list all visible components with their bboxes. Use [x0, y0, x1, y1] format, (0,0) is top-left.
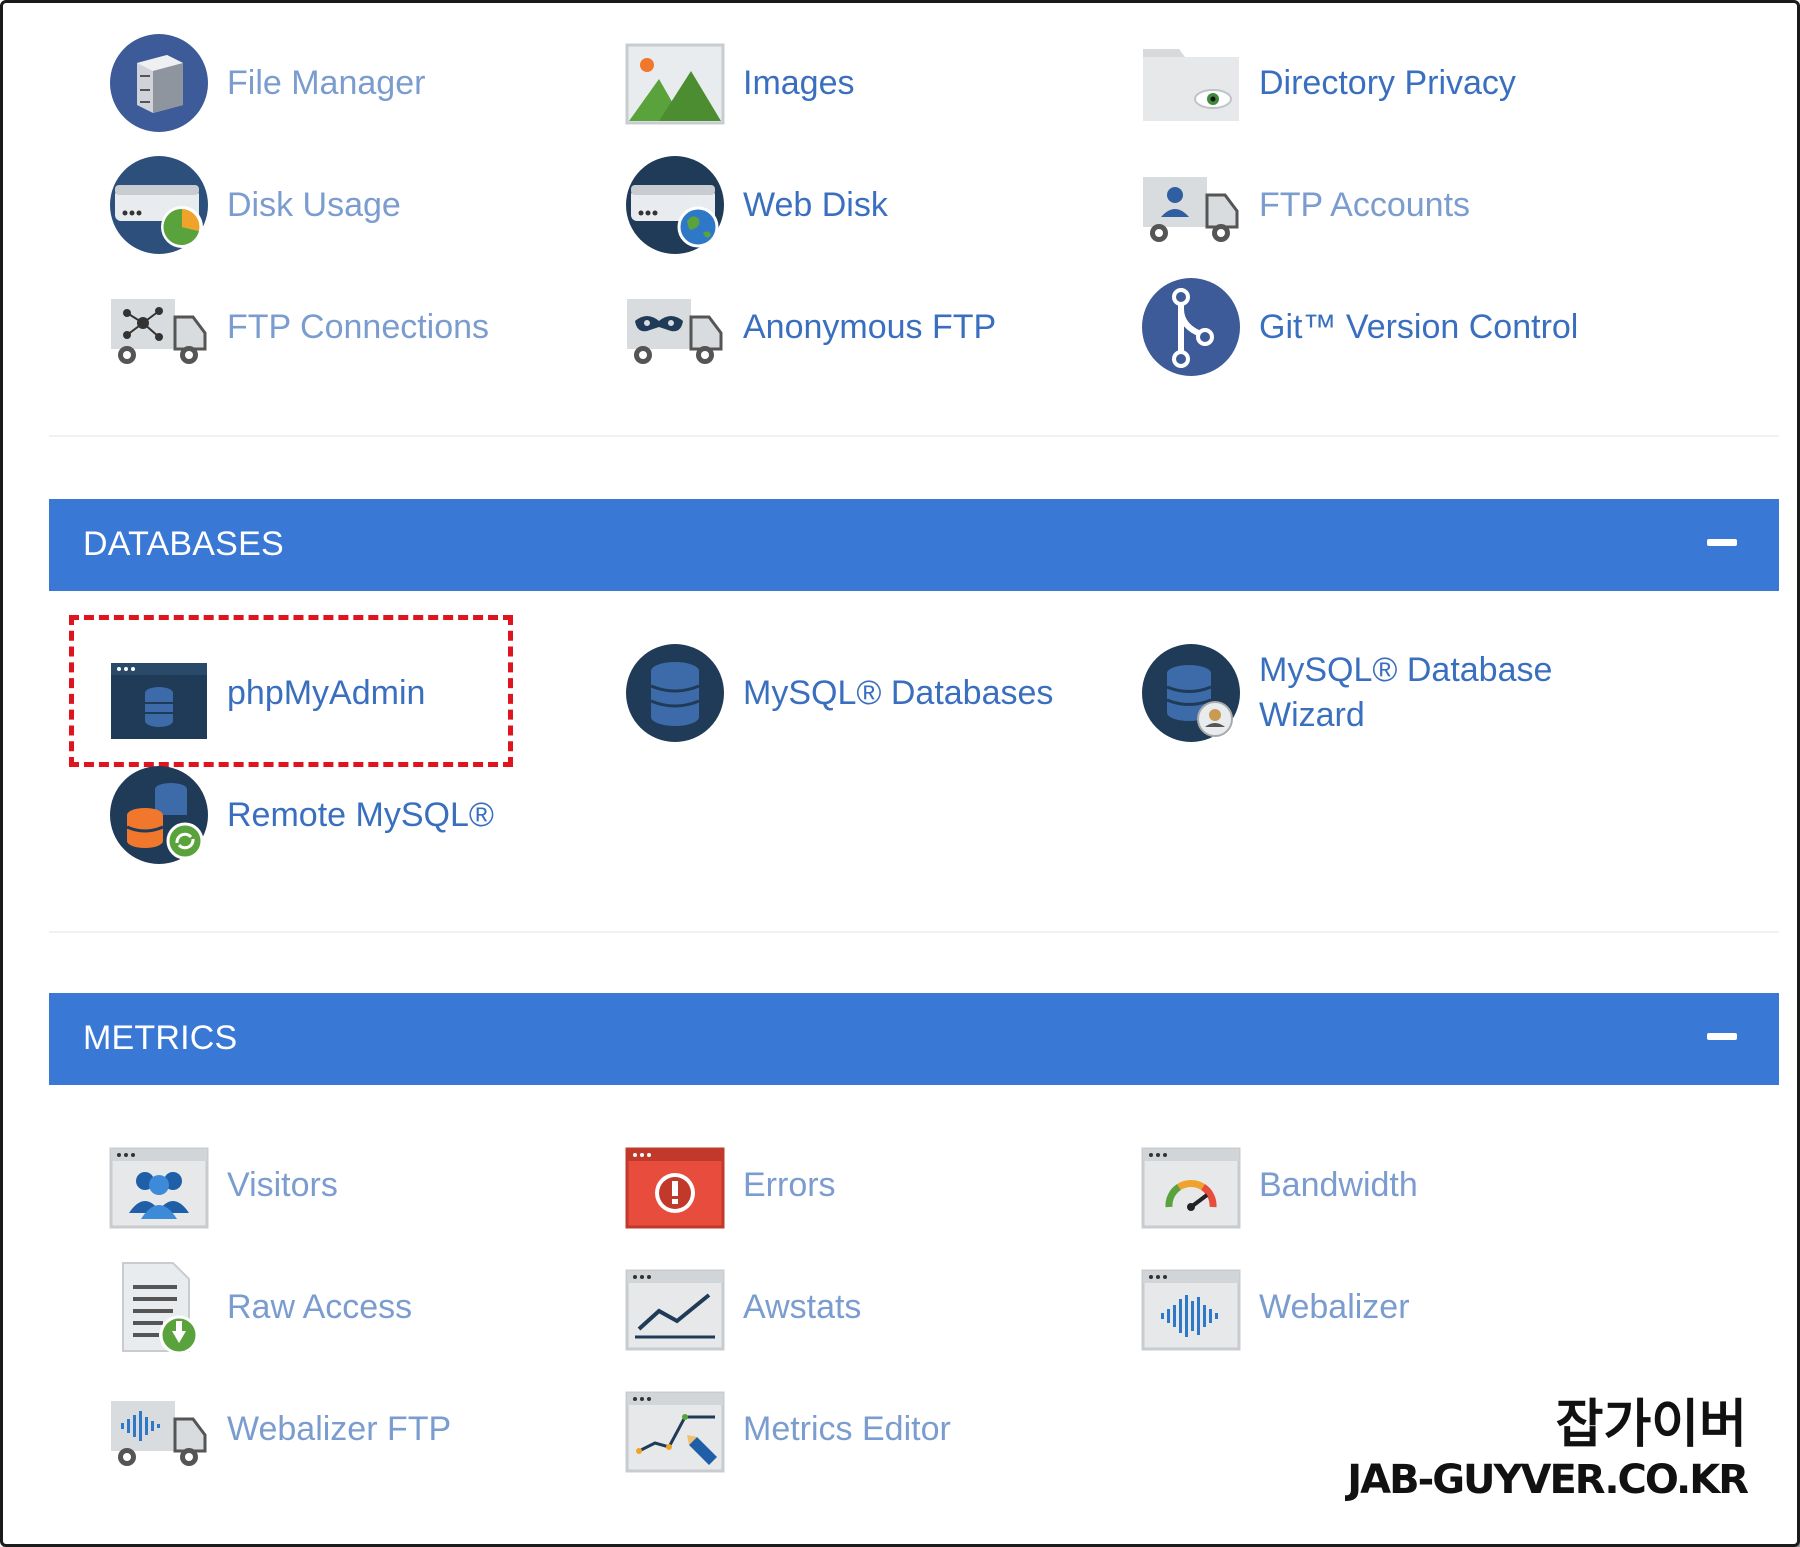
file-manager-link[interactable]: File Manager: [109, 33, 425, 133]
database-wizard-icon: [1141, 643, 1241, 743]
web-disk-icon: [625, 155, 725, 255]
image-icon: [625, 33, 725, 133]
collapse-minus-icon[interactable]: [1707, 539, 1737, 546]
images-link[interactable]: Images: [625, 33, 855, 133]
awstats-label: Awstats: [743, 1287, 862, 1326]
metrics-editor-icon: [625, 1379, 725, 1479]
anonymous-ftp-truck-icon: [625, 277, 725, 377]
web-disk-label: Web Disk: [743, 185, 888, 224]
visitors-link[interactable]: Visitors: [109, 1135, 338, 1235]
database-stack-icon: [625, 643, 725, 743]
collapse-minus-icon[interactable]: [1707, 1033, 1737, 1040]
remote-mysql-link[interactable]: Remote MySQL®: [109, 765, 494, 865]
remote-mysql-label: Remote MySQL®: [227, 795, 494, 834]
mysql-database-wizard-label: MySQL® Database Wizard: [1259, 651, 1553, 734]
metrics-editor-link[interactable]: Metrics Editor: [625, 1379, 951, 1479]
webalizer-ftp-label: Webalizer FTP: [227, 1409, 452, 1448]
remote-mysql-icon: [109, 765, 209, 865]
visitors-label: Visitors: [227, 1165, 338, 1204]
raw-access-label: Raw Access: [227, 1287, 413, 1326]
errors-alert-icon: [625, 1135, 725, 1235]
watermark: 잡가이버 JAB-GUYVER.CO.KR: [1347, 1394, 1749, 1504]
mysql-databases-label: MySQL® Databases: [743, 673, 1054, 712]
metrics-title: METRICS: [83, 1019, 238, 1057]
anonymous-ftp-link[interactable]: Anonymous FTP: [625, 277, 996, 377]
directory-privacy-link[interactable]: Directory Privacy: [1141, 33, 1516, 133]
git-version-control-label: Git™ Version Control: [1259, 307, 1579, 346]
databases-header[interactable]: DATABASES: [49, 499, 1779, 591]
images-label: Images: [743, 63, 855, 102]
mysql-databases-link[interactable]: MySQL® Databases: [625, 643, 1053, 743]
ftp-accounts-label: FTP Accounts: [1259, 185, 1471, 224]
webalizer-ftp-link[interactable]: Webalizer FTP: [109, 1379, 451, 1479]
errors-link[interactable]: Errors: [625, 1135, 836, 1235]
webalizer-label: Webalizer: [1259, 1287, 1410, 1326]
disk-usage-icon: [109, 155, 209, 255]
errors-label: Errors: [743, 1165, 836, 1204]
file-manager-label: File Manager: [227, 63, 426, 102]
directory-privacy-label: Directory Privacy: [1259, 63, 1516, 102]
ftp-connections-label: FTP Connections: [227, 307, 490, 346]
highlight-box: [69, 615, 513, 767]
databases-title: DATABASES: [83, 525, 284, 563]
watermark-url: JAB-GUYVER.CO.KR: [1347, 1457, 1749, 1503]
bandwidth-link[interactable]: Bandwidth: [1141, 1135, 1418, 1235]
git-version-control-link[interactable]: Git™ Version Control: [1141, 277, 1578, 377]
cpanel-frame: File Manager Images Directory Privacy Di…: [0, 0, 1800, 1547]
awstats-link[interactable]: Awstats: [625, 1257, 861, 1357]
awstats-chart-icon: [625, 1257, 725, 1357]
bandwidth-gauge-icon: [1141, 1135, 1241, 1235]
watermark-korean: 잡가이버: [1555, 1395, 1747, 1455]
file-cabinet-icon: [109, 33, 209, 133]
folder-eye-icon: [1141, 33, 1241, 133]
webalizer-waveform-icon: [1141, 1257, 1241, 1357]
mysql-database-wizard-link[interactable]: MySQL® Database Wizard: [1141, 643, 1579, 743]
webalizer-ftp-truck-icon: [109, 1379, 209, 1479]
disk-usage-label: Disk Usage: [227, 185, 401, 224]
webalizer-link[interactable]: Webalizer: [1141, 1257, 1410, 1357]
anonymous-ftp-label: Anonymous FTP: [743, 307, 997, 346]
disk-usage-link[interactable]: Disk Usage: [109, 155, 401, 255]
ftp-accounts-truck-icon: [1141, 155, 1241, 255]
raw-access-link[interactable]: Raw Access: [109, 1257, 412, 1357]
ftp-accounts-link[interactable]: FTP Accounts: [1141, 155, 1470, 255]
ftp-connections-truck-icon: [109, 277, 209, 377]
visitors-icon: [109, 1135, 209, 1235]
web-disk-link[interactable]: Web Disk: [625, 155, 888, 255]
metrics-header[interactable]: METRICS: [49, 993, 1779, 1085]
raw-access-download-icon: [109, 1257, 209, 1357]
ftp-connections-link[interactable]: FTP Connections: [109, 277, 489, 377]
git-branch-icon: [1141, 277, 1241, 377]
metrics-editor-label: Metrics Editor: [743, 1409, 951, 1448]
bandwidth-label: Bandwidth: [1259, 1165, 1418, 1204]
